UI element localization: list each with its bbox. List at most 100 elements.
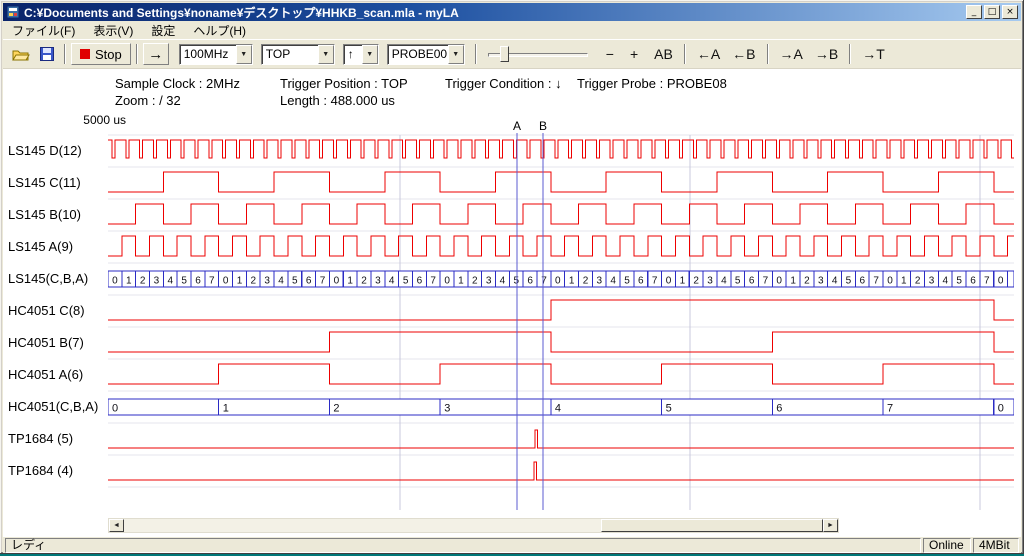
bus-value: 7 [984,276,990,287]
chevron-down-icon[interactable]: ▼ [236,45,252,64]
bus-value: 2 [804,276,810,287]
channel-wave [108,332,1014,352]
menu-file[interactable]: ファイル(F) [3,20,84,41]
marker-b[interactable]: B [539,119,547,510]
bus-value: 1 [237,276,243,287]
bus-cell [329,399,440,415]
minimize-button[interactable]: _ [966,5,982,19]
bus-value: 6 [527,276,533,287]
toolbar-separator [475,44,477,64]
waveform-canvas[interactable]: 0123456701234567012345670123456701234567… [108,118,1014,512]
trigger-condition-info: Trigger Condition : ↓ [445,76,562,91]
goto-marker-b-button[interactable]: ←B [726,43,761,65]
set-marker-a-button[interactable]: →A [774,43,809,65]
bus-value: 4 [832,276,838,287]
open-folder-icon [12,48,30,61]
bus-value: 4 [278,276,284,287]
run-button[interactable]: → [143,43,169,65]
titlebar: C:¥Documents and Settings¥noname¥デスクトップ¥… [3,3,1021,21]
bus-value: 7 [430,276,436,287]
menu-view[interactable]: 表示(V) [84,20,142,41]
set-marker-b-button[interactable]: →B [809,43,844,65]
bus-value: 6 [306,276,312,287]
bus-cell [662,399,773,415]
channel-label: LS145 B(10) [8,199,106,231]
bus-value: 1 [458,276,464,287]
bus-value: 5 [624,276,630,287]
toolbar-separator [849,44,851,64]
bus-value: 1 [347,276,353,287]
goto-marker-a-button[interactable]: ←A [691,43,726,65]
toolbar-separator [684,44,686,64]
scrollbar-thumb[interactable] [601,519,823,532]
bus-value: 4 [168,276,174,287]
bus-value: 7 [541,276,547,287]
bus-value: 1 [680,276,686,287]
toolbar-separator [64,44,66,64]
bus-value: 7 [763,276,769,287]
floppy-disk-icon [40,47,54,61]
bus-value: 0 [555,276,561,287]
bus-value: 3 [707,276,713,287]
marker-label: A [513,119,521,133]
trigger-probe-info: Trigger Probe : PROBE08 [577,76,727,91]
chevron-down-icon[interactable]: ▼ [362,45,378,64]
sample-rate-select[interactable]: 100MHz ▼ [179,44,253,65]
bus-value: 3 [597,276,603,287]
zoom-slider-thumb[interactable] [500,46,509,62]
app-icon [6,5,20,19]
bus-value: 5 [956,276,962,287]
channel-wave: 0123456701234567012345670123456701234567… [108,271,1014,287]
bus-value: 6 [638,276,644,287]
bus-value: 5 [846,276,852,287]
channel-wave [108,430,1014,448]
channel-wave [108,462,1014,480]
marker-a[interactable]: A [513,119,521,510]
grid [108,135,1014,510]
trigger-position-select[interactable]: TOP ▼ [261,44,335,65]
menu-help[interactable]: ヘルプ(H) [184,20,255,41]
channel-wave [108,204,1014,224]
open-file-button[interactable] [9,43,33,65]
bus-value: 4 [610,276,616,287]
horizontal-scrollbar[interactable]: ◄ ► [108,518,839,533]
toolbar-separator [767,44,769,64]
menubar: ファイル(F) 表示(V) 設定 ヘルプ(H) [3,21,1021,40]
channel-label: HC4051 B(7) [8,327,106,359]
bus-value: 3 [154,276,160,287]
zoom-out-button[interactable]: − [600,43,620,65]
bus-value: 3 [486,276,492,287]
zoom-slider[interactable] [486,43,590,65]
bus-value: 2 [333,403,339,415]
trigger-probe-select[interactable]: PROBE00 ▼ [387,44,465,65]
window-title: C:¥Documents and Settings¥noname¥デスクトップ¥… [24,4,966,21]
chevron-down-icon[interactable]: ▼ [448,45,464,64]
menu-settings[interactable]: 設定 [142,20,184,41]
channel-wave: 012345670 [108,399,1014,415]
channel-label: LS145 D(12) [8,135,106,167]
save-file-button[interactable] [35,43,59,65]
bus-value: 0 [887,276,893,287]
statusbar: レディ Online 4MBit [3,537,1021,553]
bus-value: 7 [209,276,215,287]
channel-wave [108,364,1014,384]
channel-wave [108,172,1014,192]
bus-value: 4 [555,403,561,415]
status-online: Online [923,538,971,553]
bus-value: 2 [583,276,589,287]
chevron-down-icon[interactable]: ▼ [318,45,334,64]
bus-value: 7 [652,276,658,287]
bus-value: 3 [375,276,381,287]
close-button[interactable]: × [1002,5,1018,19]
stop-button[interactable]: Stop [71,43,131,65]
scroll-left-icon[interactable]: ◄ [109,519,124,532]
channel-label: HC4051 A(6) [8,359,106,391]
maximize-button[interactable]: □ [984,5,1000,19]
bus-cell [1008,271,1014,287]
zoom-in-button[interactable]: + [624,43,644,65]
goto-trigger-button[interactable]: →T [856,43,891,65]
trigger-edge-select[interactable]: ↑ ▼ [343,44,379,65]
ab-range-button[interactable]: AB [648,43,679,65]
trigger-position-info: Trigger Position : TOP [280,76,408,91]
scroll-right-icon[interactable]: ► [823,519,838,532]
